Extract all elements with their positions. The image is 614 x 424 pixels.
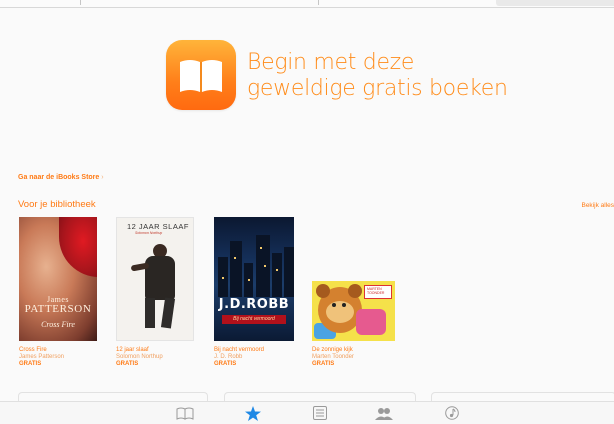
- cover-author-last: PATTERSON: [24, 303, 92, 315]
- bottom-tab-bar: [0, 401, 614, 424]
- book-price: GRATIS: [312, 361, 335, 367]
- book-cover-12-jaar-slaaf[interactable]: 12 JAAR SLAAF Solomon Northup: [116, 217, 194, 341]
- cover-title: Bij nacht vermoord: [222, 315, 286, 324]
- section-title: Voor je bibliotheek: [18, 199, 96, 210]
- book-cover-de-zonnige-kijk[interactable]: MARTEN TOONDER: [312, 281, 395, 341]
- book-price: GRATIS: [214, 361, 237, 367]
- book-meta-bij-nacht-vermoord[interactable]: Bij nacht vermoord J. D. Robb GRATIS: [214, 347, 264, 368]
- search-input[interactable]: [496, 0, 614, 6]
- cover-art: [59, 217, 97, 277]
- book-meta-cross-fire[interactable]: Cross Fire James Patterson GRATIS: [19, 347, 64, 368]
- book-meta-12-jaar-slaaf[interactable]: 12 jaar slaaf Solomon Northup GRATIS: [116, 347, 163, 368]
- toolbar-divider: [318, 0, 319, 5]
- book-cover-cross-fire[interactable]: James PATTERSON Cross Fire: [19, 217, 97, 341]
- book-title: 12 jaar slaaf: [116, 347, 149, 353]
- ibooks-app-icon: [166, 40, 236, 110]
- top-toolbar: [0, 0, 614, 8]
- book-meta-de-zonnige-kijk[interactable]: De zonnige kijk Marten Toonder GRATIS: [312, 347, 354, 368]
- hero-title-line2: geweldige gratis boeken: [247, 76, 508, 101]
- book-title: Cross Fire: [19, 347, 47, 353]
- cover-title: Cross Fire: [41, 320, 75, 329]
- star-icon[interactable]: [244, 405, 262, 421]
- book-cover-bij-nacht-vermoord[interactable]: J.D.ROBB Bij nacht vermoord: [214, 217, 294, 341]
- music-note-icon[interactable]: [443, 406, 461, 420]
- cover-author: J.D.ROBB: [218, 297, 290, 312]
- book-open-icon[interactable]: [176, 406, 194, 420]
- cover-author: Solomon Northup: [135, 231, 163, 235]
- hero-title-line1: Begin met deze: [247, 50, 415, 75]
- store-link-label: Ga naar de iBooks Store: [18, 174, 100, 181]
- book-price: GRATIS: [116, 361, 139, 367]
- people-icon[interactable]: [375, 406, 393, 420]
- hero-title: Begin met deze geweldige gratis boeken: [247, 50, 577, 102]
- chevron-right-icon: ›: [99, 174, 104, 181]
- book-author: Solomon Northup: [116, 354, 163, 360]
- cover-badge: MARTEN TOONDER: [364, 285, 392, 299]
- toolbar-divider: [80, 0, 81, 5]
- book-author: Marten Toonder: [312, 354, 354, 360]
- book-title: Bij nacht vermoord: [214, 347, 265, 353]
- cover-title: 12 JAAR SLAAF: [127, 222, 189, 231]
- book-author: James Patterson: [19, 354, 65, 360]
- book-price: GRATIS: [19, 361, 42, 367]
- book-author: J. D. Robb: [214, 354, 243, 360]
- book-title: De zonnige kijk: [312, 347, 353, 353]
- cover-figure: [125, 238, 183, 334]
- see-all-link[interactable]: Bekijk alles: [581, 202, 614, 209]
- ibooks-store-link[interactable]: Ga naar de iBooks Store ›: [18, 174, 104, 181]
- list-icon[interactable]: [311, 406, 329, 420]
- hero-banner[interactable]: Begin met deze geweldige gratis boeken: [0, 8, 614, 173]
